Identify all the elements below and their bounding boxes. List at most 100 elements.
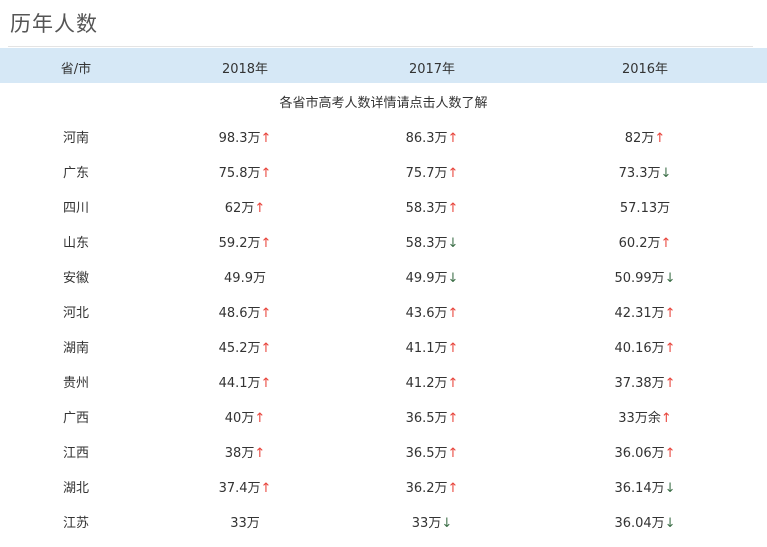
arrow-down-icon: ↓ — [447, 271, 459, 286]
count-link-2016[interactable]: 50.99万↓ — [614, 267, 675, 286]
count-link-2018[interactable]: 44.1万↑ — [219, 372, 272, 391]
arrow-down-icon: ↓ — [447, 236, 459, 251]
count-link-2016[interactable]: 37.38万↑ — [614, 372, 675, 391]
count-link-2018[interactable]: 45.2万↑ — [219, 337, 272, 356]
count-value: 62万 — [224, 201, 255, 216]
table-row: 江西 38万↑ 36.5万↑ 36.06万↑ — [0, 442, 767, 477]
arrow-down-icon: ↓ — [664, 481, 676, 496]
count-link-2016[interactable]: 57.13万 — [620, 197, 670, 216]
count-link-2018[interactable]: 33万 — [230, 512, 260, 531]
count-link-2017[interactable]: 33万↓ — [412, 512, 452, 531]
province-name: 湖北 — [62, 481, 90, 496]
province-name: 贵州 — [62, 376, 90, 391]
count-value: 40万 — [224, 411, 255, 426]
count-link-2018[interactable]: 59.2万↑ — [219, 232, 272, 251]
arrow-up-icon: ↑ — [447, 481, 459, 496]
count-link-2016[interactable]: 36.04万↓ — [614, 512, 675, 531]
table-row: 安徽 49.9万 49.9万↓ 50.99万↓ — [0, 267, 767, 302]
count-link-2018[interactable]: 38万↑ — [225, 442, 265, 461]
province-name: 河北 — [62, 306, 90, 321]
count-link-2017[interactable]: 41.2万↑ — [406, 372, 459, 391]
count-link-2018[interactable]: 48.6万↑ — [219, 302, 272, 321]
arrow-down-icon: ↓ — [664, 516, 676, 531]
arrow-up-icon: ↑ — [260, 341, 272, 356]
province-name: 河南 — [62, 131, 90, 146]
count-link-2017[interactable]: 36.5万↑ — [406, 442, 459, 461]
count-link-2017[interactable]: 41.1万↑ — [406, 337, 459, 356]
arrow-up-icon: ↑ — [254, 411, 266, 426]
province-name: 山东 — [62, 236, 90, 251]
count-value: 45.2万 — [218, 341, 261, 356]
count-link-2016[interactable]: 36.06万↑ — [614, 442, 675, 461]
header-2017: 2017年 — [408, 62, 456, 77]
arrow-up-icon: ↑ — [447, 376, 459, 391]
count-value: 41.1万 — [405, 341, 448, 356]
arrow-up-icon: ↑ — [664, 341, 676, 356]
arrow-up-icon: ↑ — [664, 376, 676, 391]
count-value: 36.2万 — [405, 481, 448, 496]
table-row: 河北 48.6万↑ 43.6万↑ 42.31万↑ — [0, 302, 767, 337]
arrow-up-icon: ↑ — [260, 166, 272, 181]
arrow-up-icon: ↑ — [254, 201, 266, 216]
province-name: 江苏 — [62, 516, 90, 531]
count-value: 86.3万 — [405, 131, 448, 146]
count-value: 58.3万 — [405, 236, 448, 251]
count-link-2018[interactable]: 40万↑ — [225, 407, 265, 426]
count-link-2018[interactable]: 49.9万 — [224, 267, 266, 286]
arrow-up-icon: ↑ — [447, 131, 459, 146]
count-link-2016[interactable]: 40.16万↑ — [614, 337, 675, 356]
count-link-2017[interactable]: 58.3万↑ — [406, 197, 459, 216]
province-name: 江西 — [62, 446, 90, 461]
count-link-2018[interactable]: 37.4万↑ — [219, 477, 272, 496]
arrow-down-icon: ↓ — [441, 516, 453, 531]
count-value: 33万 — [411, 516, 442, 531]
table-row: 广西 40万↑ 36.5万↑ 33万余↑ — [0, 407, 767, 442]
table-row: 江苏 33万 33万↓ 36.04万↓ — [0, 512, 767, 547]
table-row: 四川 62万↑ 58.3万↑ 57.13万 — [0, 197, 767, 232]
arrow-up-icon: ↑ — [447, 446, 459, 461]
count-value: 98.3万 — [218, 131, 261, 146]
province-name: 广东 — [62, 166, 90, 181]
count-link-2017[interactable]: 36.2万↑ — [406, 477, 459, 496]
count-value: 37.38万 — [614, 376, 665, 391]
title-divider — [8, 46, 753, 47]
count-link-2018[interactable]: 98.3万↑ — [219, 127, 272, 146]
province-name: 四川 — [62, 201, 90, 216]
count-link-2016[interactable]: 33万余↑ — [618, 407, 671, 426]
count-value: 44.1万 — [218, 376, 261, 391]
table-row: 河南 98.3万↑ 86.3万↑ 82万↑ — [0, 127, 767, 162]
count-value: 57.13万 — [619, 201, 671, 216]
count-value: 33万余 — [618, 411, 661, 426]
arrow-up-icon: ↑ — [254, 446, 266, 461]
count-link-2018[interactable]: 75.8万↑ — [219, 162, 272, 181]
count-link-2017[interactable]: 58.3万↓ — [406, 232, 459, 251]
arrow-up-icon: ↑ — [447, 201, 459, 216]
count-value: 58.3万 — [405, 201, 448, 216]
count-link-2017[interactable]: 36.5万↑ — [406, 407, 459, 426]
count-link-2017[interactable]: 49.9万↓ — [406, 267, 459, 286]
count-link-2016[interactable]: 82万↑ — [625, 127, 665, 146]
arrow-up-icon: ↑ — [660, 236, 672, 251]
count-link-2017[interactable]: 86.3万↑ — [406, 127, 459, 146]
arrow-up-icon: ↑ — [260, 236, 272, 251]
count-value: 50.99万 — [614, 271, 665, 286]
count-link-2016[interactable]: 42.31万↑ — [614, 302, 675, 321]
header-2016: 2016年 — [621, 62, 669, 77]
count-link-2017[interactable]: 43.6万↑ — [406, 302, 459, 321]
count-value: 36.04万 — [614, 516, 665, 531]
count-value: 40.16万 — [614, 341, 665, 356]
count-value: 82万 — [624, 131, 655, 146]
count-link-2016[interactable]: 36.14万↓ — [614, 477, 675, 496]
arrow-up-icon: ↑ — [664, 446, 676, 461]
count-link-2017[interactable]: 75.7万↑ — [406, 162, 459, 181]
count-value: 41.2万 — [405, 376, 448, 391]
count-value: 42.31万 — [614, 306, 665, 321]
count-link-2018[interactable]: 62万↑ — [225, 197, 265, 216]
count-value: 43.6万 — [405, 306, 448, 321]
count-link-2016[interactable]: 73.3万↓ — [619, 162, 672, 181]
count-value: 36.5万 — [405, 446, 448, 461]
table-row: 贵州 44.1万↑ 41.2万↑ 37.38万↑ — [0, 372, 767, 407]
table-header: 省/市 2018年 2017年 2016年 — [0, 48, 767, 83]
count-link-2016[interactable]: 60.2万↑ — [619, 232, 672, 251]
table-note: 各省市高考人数详情请点击人数了解 — [279, 96, 488, 111]
